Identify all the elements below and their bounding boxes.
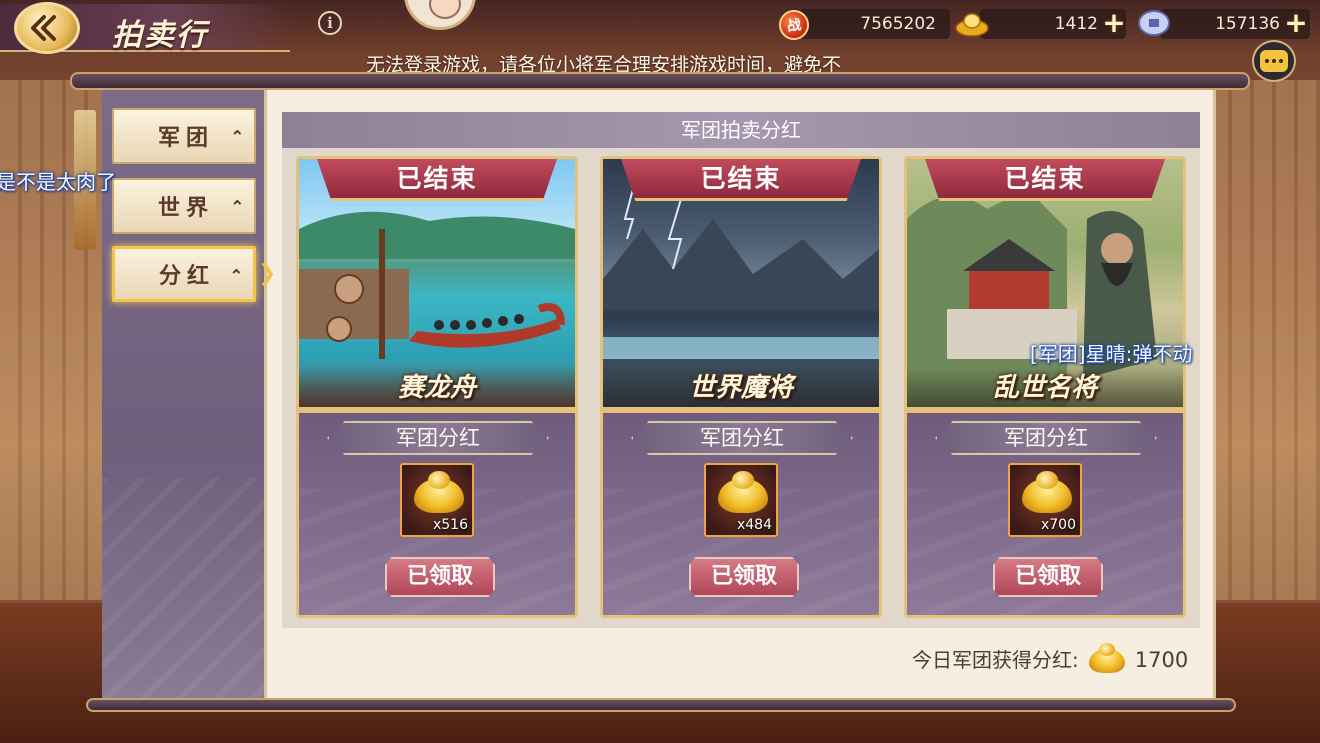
reward-count: x516 [432,517,468,533]
ingot-graphic [414,471,464,513]
claimed-button[interactable]: 已领取 [689,557,799,597]
chevron-up-icon: ⌃ [229,266,243,285]
gold-ingot-icon[interactable]: x700 [1008,463,1082,537]
divider [603,407,879,413]
chat-icon [1260,50,1288,72]
auction-card-world-demon[interactable]: 已结束 世界魔将 军团分红 x484 已领取 [600,156,882,618]
chat-button[interactable] [1252,40,1296,82]
daily-bonus-label: 今日军团获得分红: [912,648,1079,672]
claimed-button[interactable]: 已领取 [385,557,495,597]
chevron-up-icon: ⌃ [230,197,244,216]
chat-danmaku: 是不是太肉了 [0,170,116,194]
tab-bonus[interactable]: 分红 ⌃ [112,246,256,302]
silver-coin-icon [1136,6,1172,40]
daily-bonus-summary: 今日军团获得分红: 1700 [912,643,1189,676]
auction-card-chaos-general[interactable]: 已结束 乱世名将 军团分红 x700 已领取 [904,156,1186,618]
active-tab-pointer-icon: ❯ [258,261,277,286]
add-silver-button[interactable]: + [1284,9,1308,38]
status-ribbon: 已结束 [317,159,557,201]
ingot-graphic [718,471,768,513]
reward-label: 军团分红 [327,421,549,455]
reward-label: 军团分红 [631,421,853,455]
daily-bonus-value: 1700 [1134,648,1189,672]
tab-label: 军团 [158,125,215,151]
status-ribbon: 已结束 [621,159,861,201]
reward-count: x484 [736,517,772,533]
tab-label: 分红 [159,263,216,289]
chat-danmaku: [军团]星晴:弹不动 [1030,342,1193,366]
gold-ingot-icon[interactable]: x484 [704,463,778,537]
scroll-rod-top [70,72,1250,90]
event-name: 乱世名将 [907,367,1183,409]
page-title: 拍卖行 [112,18,208,53]
back-button[interactable] [14,2,80,54]
info-icon[interactable]: i [318,11,342,35]
reward-label: 军团分红 [935,421,1157,455]
background-wall-right [1210,80,1320,600]
ingot-graphic [1022,471,1072,513]
tab-army[interactable]: 军团 ⌃ [112,108,256,164]
tab-label: 世界 [158,195,215,221]
gold-ingot-icon [954,6,990,40]
divider [907,407,1183,413]
divider [299,407,575,413]
battle-power-value: 7565202 [800,9,950,39]
chevron-up-icon: ⌃ [230,127,244,146]
gold-ingot-icon [1087,643,1127,675]
reward-count: x700 [1040,517,1076,533]
claimed-button[interactable]: 已领取 [993,557,1103,597]
event-name: 世界魔将 [603,367,879,409]
auction-card-dragon-boat[interactable]: 已结束 赛龙舟 军团分红 x516 已领取 [296,156,578,618]
tab-world[interactable]: 世界 ⌃ [112,178,256,234]
add-gold-button[interactable]: + [1102,9,1126,38]
section-title: 军团拍卖分红 [282,112,1200,148]
event-name: 赛龙舟 [299,367,575,409]
scroll-rod-bottom [86,698,1236,712]
back-arrow-icon [31,15,56,41]
gold-ingot-icon[interactable]: x516 [400,463,474,537]
status-ribbon: 已结束 [925,159,1165,201]
